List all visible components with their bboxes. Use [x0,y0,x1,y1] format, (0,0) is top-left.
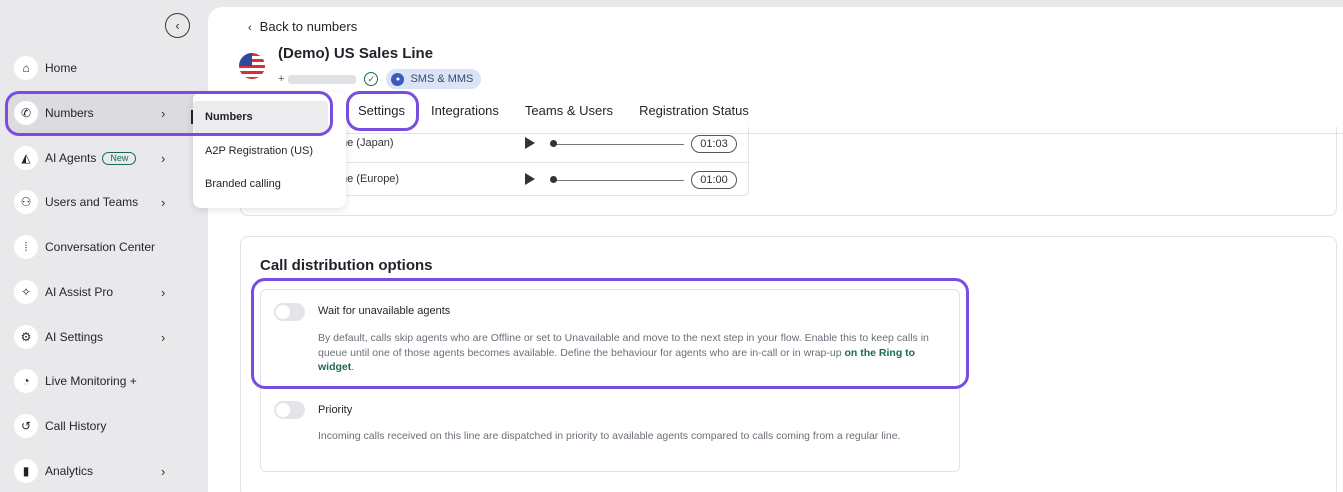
sidebar-item-label: AI Agents New [45,151,137,165]
priority-option-description: Incoming calls received on this line are… [318,430,901,442]
sidebar-item-ai-agents[interactable]: ◭ AI Agents New › [0,138,190,178]
badge-label: SMS & MMS [410,73,474,85]
chevron-right-icon: › [161,329,166,345]
submenu-item-a2p-registration[interactable]: A2P Registration (US) [193,135,346,167]
chevron-right-icon: › [161,284,166,300]
play-icon[interactable] [525,173,535,185]
sidebar-item-ai-settings[interactable]: ⚙ AI Settings › [0,317,190,357]
us-flag-icon [239,53,265,79]
phone-row: + ✓ ● SMS & MMS [278,69,482,89]
submenu-item-branded-calling[interactable]: Branded calling [193,168,346,200]
new-badge: New [102,152,137,165]
sidebar: ‹ ⌂ Home ✆ Numbers › ◭ AI Agents New › ⚇ … [0,0,330,492]
monitoring-icon: ◔ [14,369,38,393]
sidebar-item-call-history[interactable]: ↺ Call History [0,406,190,446]
history-icon: ↺ [14,414,38,438]
play-icon[interactable] [525,137,535,149]
sms-mms-badge: ● SMS & MMS [386,69,482,89]
sidebar-item-label: Call History [45,419,107,433]
tab-bar: Settings Integrations Teams & Users Regi… [358,103,775,118]
message-icon: ● [391,72,405,86]
audio-track[interactable] [551,180,684,181]
sidebar-item-label: Conversation Center [45,240,156,254]
tab-teams-users[interactable]: Teams & Users [525,103,613,118]
audio-name: ne (Japan) [341,137,394,149]
main-panel: ‹ Back to numbers (Demo) US Sales Line + … [208,7,1343,492]
phone-icon: ✆ [14,101,38,125]
sidebar-item-label: Live Monitoring + [45,374,137,388]
gear-icon: ⚙ [14,325,38,349]
audio-scrubber[interactable] [550,140,557,147]
wait-option-title: Wait for unavailable agents [318,305,451,317]
phone-prefix: + [278,73,285,85]
chevron-left-icon[interactable]: ‹ [165,13,190,38]
sidebar-item-label: AI Settings [45,330,104,344]
tab-integrations[interactable]: Integrations [431,103,499,118]
verified-check-icon: ✓ [364,72,379,86]
sidebar-item-label: Numbers [45,106,94,120]
sidebar-item-label: AI Assist Pro [45,285,114,299]
sidebar-item-live-monitoring[interactable]: ◔ Live Monitoring + [0,361,190,401]
numbers-submenu: Numbers A2P Registration (US) Branded ca… [193,92,346,208]
chevron-right-icon: › [161,463,166,479]
phone-number-redacted [288,74,357,84]
tab-settings[interactable]: Settings [358,103,405,118]
users-icon: ⚇ [14,190,38,214]
tab-registration-status[interactable]: Registration Status [639,103,749,118]
chevron-right-icon: › [161,150,166,166]
audio-duration: 01:00 [691,171,737,189]
options-divider [260,387,960,388]
sidebar-item-conversation-center[interactable]: ⦙ Conversation Center [0,227,190,267]
back-label: Back to numbers [259,19,358,34]
priority-toggle[interactable] [274,401,305,419]
wait-option-description: By default, calls skip agents who are Of… [318,332,929,373]
wait-for-agents-toggle[interactable] [274,303,305,321]
sidebar-item-analytics[interactable]: ▮ Analytics › [0,451,190,491]
ai-agent-icon: ◭ [14,146,38,170]
sidebar-item-label: Users and Teams [45,195,139,209]
sidebar-item-home[interactable]: ⌂ Home [0,48,190,88]
sidebar-item-label: Analytics [45,464,94,478]
audio-track[interactable] [551,144,684,145]
audio-name: ne (Europe) [341,173,400,185]
home-icon: ⌂ [14,56,38,80]
submenu-marker [191,110,193,124]
sidebar-item-ai-assist-pro[interactable]: ✧ AI Assist Pro › [0,272,190,312]
chevron-left-icon: ‹ [248,22,252,34]
audio-scrubber[interactable] [550,176,557,183]
page-title: (Demo) US Sales Line [278,45,434,62]
submenu-item-numbers[interactable]: Numbers [193,101,328,133]
priority-option-title: Priority [318,404,353,416]
sidebar-item-label: Home [45,61,78,75]
ai-assist-icon: ✧ [14,280,38,304]
chevron-right-icon: › [161,194,166,210]
call-distribution-title: Call distribution options [260,257,433,274]
back-link[interactable]: ‹ Back to numbers [248,19,357,34]
chevron-right-icon: › [161,105,166,121]
waveform-icon: ⦙ [14,235,38,259]
analytics-icon: ▮ [14,459,38,483]
audio-duration: 01:03 [691,135,737,153]
sidebar-item-users-and-teams[interactable]: ⚇ Users and Teams › [0,182,190,222]
